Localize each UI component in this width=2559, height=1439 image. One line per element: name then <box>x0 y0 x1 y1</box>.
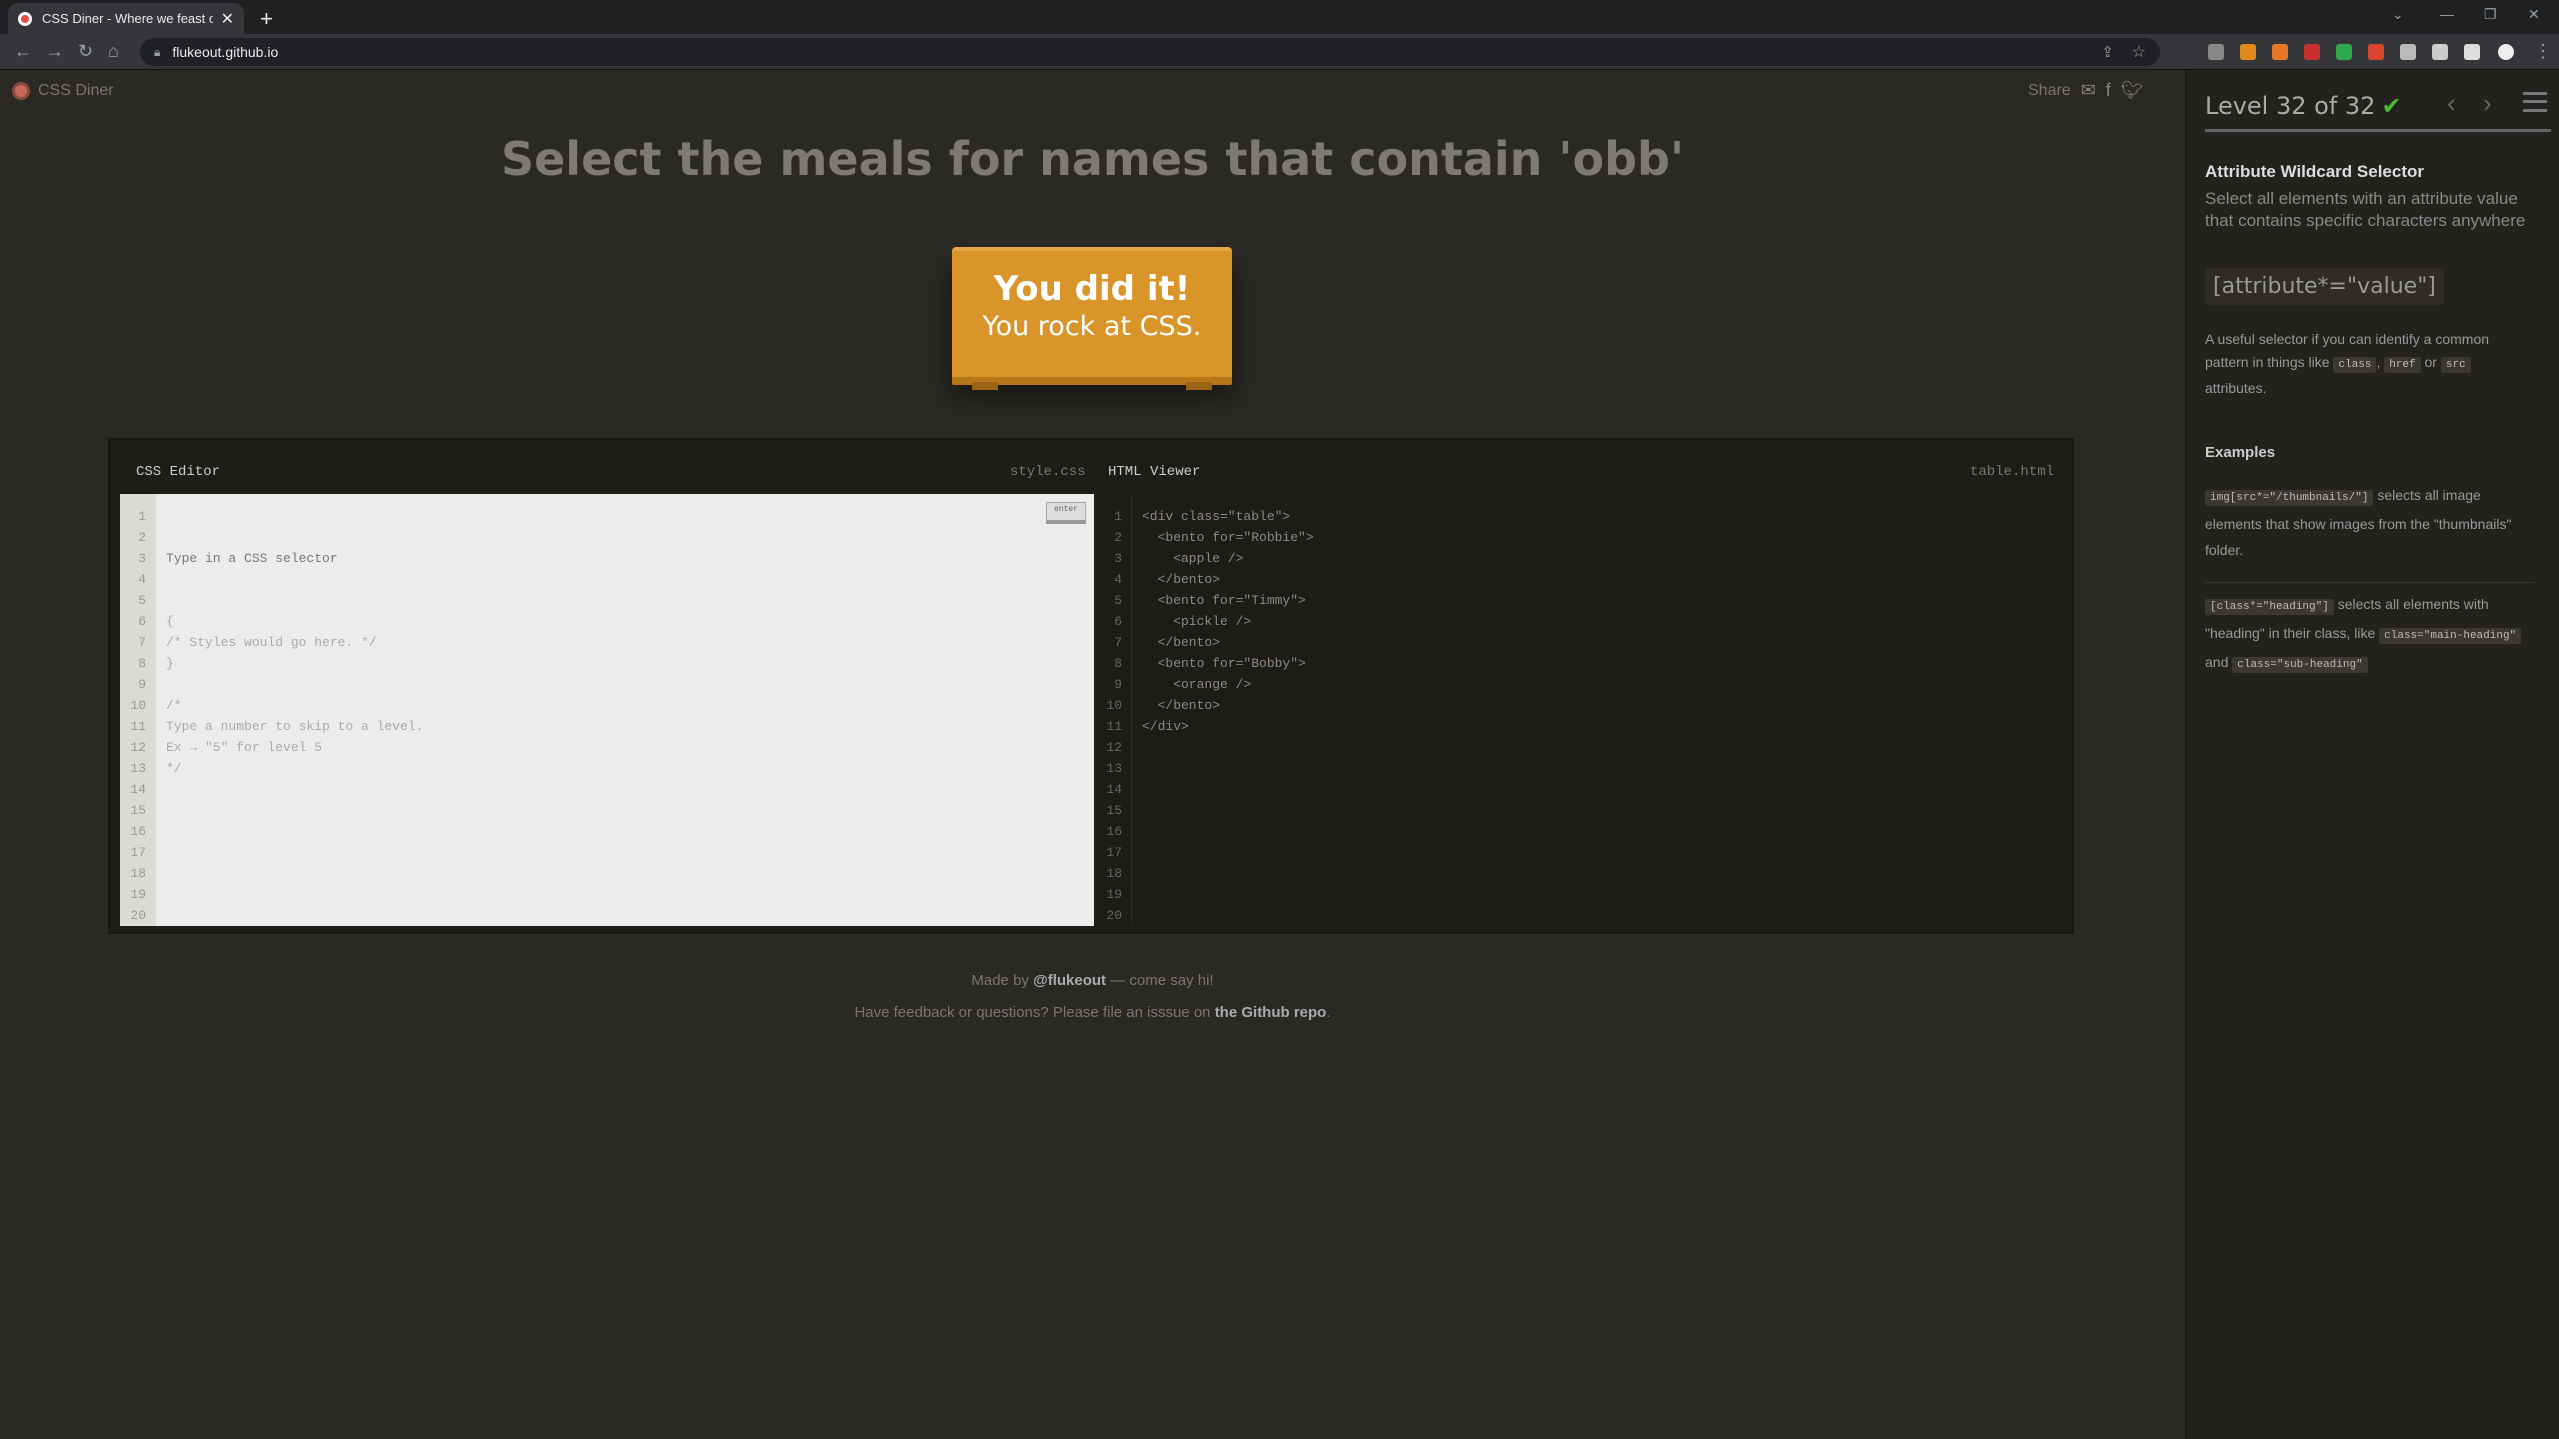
window-close-button[interactable]: ✕ <box>2528 6 2540 23</box>
credit-line: Made by @flukeout — come say hi! <box>0 972 2185 989</box>
line-numbers: 1 2 3 4 5 6 7 8 9 10 11 12 13 14 15 16 1… <box>130 509 146 923</box>
example-item: img[src*="/thumbnails/"] selects all ima… <box>2205 482 2535 563</box>
level-text: Level 32 of 32 <box>2205 92 2376 120</box>
bookmark-star-icon[interactable]: ☆ <box>2132 42 2146 62</box>
table-leg <box>972 382 998 390</box>
line-numbers: 1 2 3 4 5 6 7 8 9 10 11 12 13 14 15 16 1… <box>1106 509 1122 923</box>
address-bar[interactable]: 🔒︎ flukeout.github.io ⇪ ☆ <box>140 38 2160 66</box>
tab-search-icon[interactable]: ⌄ <box>2392 6 2404 23</box>
share-page-icon[interactable]: ⇪ <box>2101 43 2114 61</box>
level-progress-bar <box>2205 129 2551 132</box>
sidebar-toggle-icon[interactable] <box>2464 44 2480 60</box>
table-leg <box>1186 382 1212 390</box>
browser-tab[interactable]: CSS Diner - Where we feast on CSS ✕ <box>8 3 244 34</box>
extension-icon[interactable] <box>2208 44 2224 60</box>
hint-or: or <box>2424 354 2437 370</box>
css-input[interactable]: Type in a CSS selector <box>166 548 423 569</box>
html-markup[interactable]: <div class="table"> <bento for="Robbie">… <box>1142 506 1314 737</box>
example-code: class="main-heading" <box>2379 628 2522 644</box>
completed-check-icon: ✔ <box>2381 92 2402 120</box>
win-message-subtitle: You rock at CSS. <box>982 311 1202 342</box>
back-icon[interactable]: ← <box>14 41 32 62</box>
reload-icon[interactable]: ↻ <box>78 41 93 62</box>
example-code: img[src*="/thumbnails/"] <box>2205 490 2374 506</box>
code-tag: href <box>2384 357 2421 373</box>
example-and: and <box>2205 654 2229 670</box>
selector-name: Attribute Wildcard Selector <box>2205 162 2424 181</box>
logo-text: CSS Diner <box>38 82 114 99</box>
author-link[interactable]: @flukeout <box>1033 972 1106 989</box>
code-tag: src <box>2440 357 2471 373</box>
github-repo-link[interactable]: the Github repo <box>1215 1004 1327 1021</box>
feedback-line: Have feedback or questions? Please file … <box>0 1004 2185 1021</box>
example-item: [class*="heading"] selects all elements … <box>2205 582 2535 678</box>
html-viewer: 1 2 3 4 5 6 7 8 9 10 11 12 13 14 15 16 1… <box>1096 494 2066 926</box>
css-comment: { /* Styles would go here. */ } /* Type … <box>166 614 424 776</box>
forward-icon[interactable]: → <box>46 41 64 62</box>
code-tag: class <box>2333 357 2377 373</box>
tab-title: CSS Diner - Where we feast on CSS <box>42 11 213 26</box>
lock-icon[interactable]: 🔒︎ <box>154 45 160 60</box>
line-gutter: 1 2 3 4 5 6 7 8 9 10 11 12 13 14 15 16 1… <box>120 494 156 926</box>
facebook-icon[interactable]: f <box>2106 80 2111 101</box>
win-message-title: You did it! <box>993 269 1191 309</box>
tab-close-icon[interactable]: ✕ <box>221 9 234 29</box>
css-code[interactable]: Type in a CSS selector { /* Styles would… <box>166 506 423 821</box>
next-level-icon[interactable]: › <box>2483 88 2492 119</box>
share-bar: Share ✉ f 🐦︎ <box>2028 80 2144 101</box>
previous-level-icon[interactable]: ‹ <box>2447 88 2456 119</box>
dinner-table: You did it! You rock at CSS. <box>952 247 1232 377</box>
minimize-button[interactable]: — <box>2440 6 2454 22</box>
new-tab-button[interactable]: + <box>260 6 273 32</box>
selector-description: Select all elements with an attribute va… <box>2205 189 2526 230</box>
extension-icon[interactable] <box>2368 44 2384 60</box>
reading-list-icon[interactable] <box>2432 44 2448 60</box>
example-code: class="sub-heading" <box>2232 657 2368 673</box>
level-instruction: Select the meals for names that contain … <box>500 132 1685 186</box>
enter-button[interactable]: enter <box>1046 502 1086 524</box>
extension-icon[interactable] <box>2336 44 2352 60</box>
extension-icon[interactable] <box>2304 44 2320 60</box>
profile-avatar[interactable] <box>2498 44 2514 60</box>
editor-panel: CSS Editor style.css HTML Viewer table.h… <box>108 438 2074 934</box>
html-filename: table.html <box>1969 464 2054 480</box>
level-menu-icon[interactable] <box>2523 92 2547 112</box>
share-label: Share <box>2028 81 2071 99</box>
level-sidebar: Level 32 of 32 ✔ ‹ › Attribute Wildcard S… <box>2185 70 2559 1439</box>
html-viewer-title: HTML Viewer <box>1108 464 1201 480</box>
home-icon[interactable]: ⌂ <box>108 41 119 62</box>
favicon-icon <box>18 11 32 26</box>
selector-hint: A useful selector if you can identify a … <box>2205 328 2535 400</box>
browser-tab-strip: CSS Diner - Where we feast on CSS ✕ + ⌄ … <box>0 0 2559 34</box>
hint-separator: , <box>2376 354 2381 370</box>
extension-icon[interactable] <box>2240 44 2256 60</box>
selector-syntax: [attribute*="value"] <box>2205 268 2444 305</box>
hint-suffix: attributes. <box>2205 380 2267 396</box>
site-logo[interactable]: CSS Diner <box>12 82 114 100</box>
credit-suffix: — come say hi! <box>1110 972 1214 989</box>
extension-icon[interactable] <box>2272 44 2288 60</box>
browser-menu-icon[interactable]: ⋮ <box>2534 41 2552 62</box>
maximize-button[interactable]: ❐ <box>2484 6 2497 23</box>
diner-logo-icon <box>12 82 30 100</box>
feedback-prefix: Have feedback or questions? Please file … <box>854 1004 1211 1021</box>
example-code: [class*="heading"] <box>2205 599 2334 615</box>
css-editor[interactable]: 1 2 3 4 5 6 7 8 9 10 11 12 13 14 15 16 1… <box>120 494 1094 926</box>
url-text: flukeout.github.io <box>172 44 279 60</box>
css-editor-title: CSS Editor <box>136 464 221 480</box>
credit-prefix: Made by <box>971 972 1029 989</box>
examples-heading: Examples <box>2205 444 2276 461</box>
css-filename: style.css <box>1010 464 1086 480</box>
email-icon[interactable]: ✉ <box>2081 80 2096 101</box>
twitter-icon[interactable]: 🐦︎ <box>2121 80 2144 101</box>
browser-toolbar: ← → ↻ ⌂ 🔒︎ flukeout.github.io ⇪ ☆ ⋮ <box>0 34 2559 70</box>
level-indicator: Level 32 of 32 ✔ <box>2205 92 2402 120</box>
line-gutter: 1 2 3 4 5 6 7 8 9 10 11 12 13 14 15 16 1… <box>1096 494 1132 926</box>
feedback-suffix: . <box>1326 1004 1331 1021</box>
puzzle-extensions-icon[interactable] <box>2400 44 2416 60</box>
